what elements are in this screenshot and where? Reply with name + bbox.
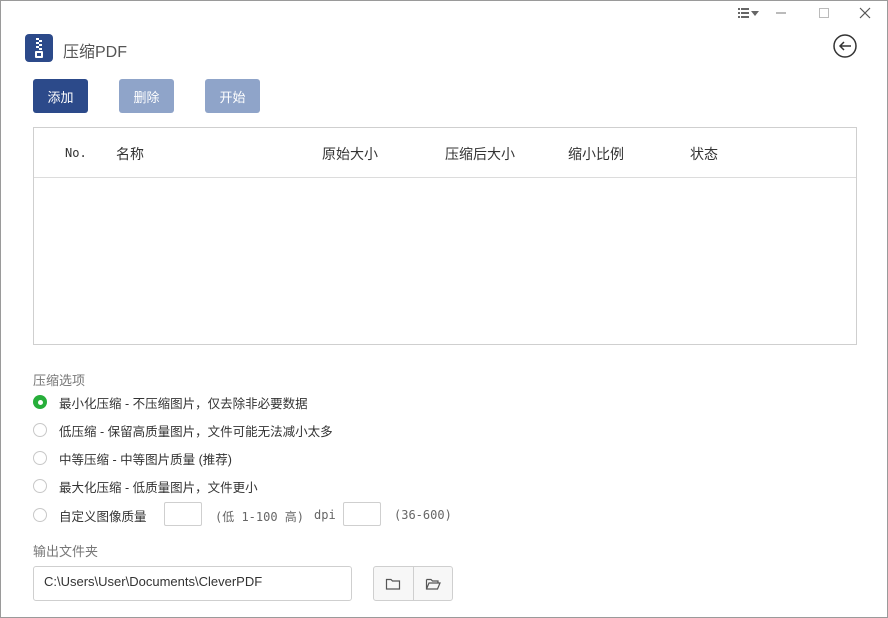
- app-logo-icon: [25, 34, 53, 62]
- start-button[interactable]: 开始: [205, 79, 260, 113]
- option-maximum-compression[interactable]: 最大化压缩 - 低质量图片，文件更小: [33, 477, 258, 495]
- column-header-compressed-size[interactable]: 压缩后大小: [445, 144, 515, 164]
- output-folder-label: 输出文件夹: [33, 544, 99, 559]
- back-button[interactable]: [833, 34, 857, 58]
- radio-icon[interactable]: [33, 451, 47, 465]
- menu-icon[interactable]: [735, 4, 761, 22]
- option-label: 低压缩 - 保留高质量图片，文件可能无法减小太多: [59, 424, 333, 439]
- open-folder-button[interactable]: [412, 567, 453, 600]
- option-minimum-compression[interactable]: 最小化压缩 - 不压缩图片，仅去除非必要数据: [33, 393, 308, 411]
- dpi-range-hint: (36-600): [394, 508, 452, 522]
- folder-button-group: [373, 566, 453, 601]
- column-header-no[interactable]: No.: [65, 146, 87, 160]
- delete-button[interactable]: 删除: [119, 79, 174, 113]
- dpi-label: dpi: [314, 508, 336, 522]
- quality-range-hint: (低 1-100 高): [215, 510, 305, 524]
- add-button[interactable]: 添加: [33, 79, 88, 113]
- radio-icon[interactable]: [33, 423, 47, 437]
- option-label: 最小化压缩 - 不压缩图片，仅去除非必要数据: [59, 396, 308, 411]
- table-body[interactable]: [34, 178, 856, 344]
- back-arrow-icon: [833, 34, 857, 58]
- option-medium-compression[interactable]: 中等压缩 - 中等图片质量 (推荐): [33, 449, 232, 467]
- column-header-original-size[interactable]: 原始大小: [322, 144, 378, 164]
- radio-icon[interactable]: [33, 479, 47, 493]
- folder-icon: [386, 578, 401, 590]
- radio-icon[interactable]: [33, 508, 47, 522]
- minimize-icon[interactable]: [771, 4, 791, 22]
- option-label: 最大化压缩 - 低质量图片，文件更小: [59, 480, 258, 495]
- option-custom-quality[interactable]: 自定义图像质量: [33, 506, 147, 524]
- close-icon[interactable]: [855, 4, 875, 22]
- folder-open-icon: [425, 578, 441, 590]
- radio-selected-icon[interactable]: [33, 395, 47, 409]
- dpi-input[interactable]: [343, 502, 381, 526]
- column-header-status[interactable]: 状态: [690, 144, 718, 164]
- quality-input[interactable]: [164, 502, 202, 526]
- page-title: 压缩PDF: [63, 44, 128, 61]
- output-path-input[interactable]: C:\Users\User\Documents\CleverPDF: [33, 566, 352, 601]
- option-label: 自定义图像质量: [59, 509, 147, 524]
- compression-options-label: 压缩选项: [33, 373, 86, 388]
- table-header: No. 名称 原始大小 压缩后大小 缩小比例 状态: [34, 128, 856, 178]
- option-low-compression[interactable]: 低压缩 - 保留高质量图片，文件可能无法减小太多: [33, 421, 333, 439]
- maximize-icon[interactable]: [814, 4, 834, 22]
- column-header-ratio[interactable]: 缩小比例: [568, 144, 624, 164]
- main-window: 压缩PDF 添加 删除 开始 No. 名称 原始大小 压缩后大小 缩小比例 状态…: [0, 0, 888, 618]
- option-label: 中等压缩 - 中等图片质量 (推荐): [59, 452, 232, 467]
- column-header-name[interactable]: 名称: [116, 144, 144, 164]
- browse-folder-button[interactable]: [374, 567, 413, 600]
- file-table[interactable]: No. 名称 原始大小 压缩后大小 缩小比例 状态: [33, 127, 857, 345]
